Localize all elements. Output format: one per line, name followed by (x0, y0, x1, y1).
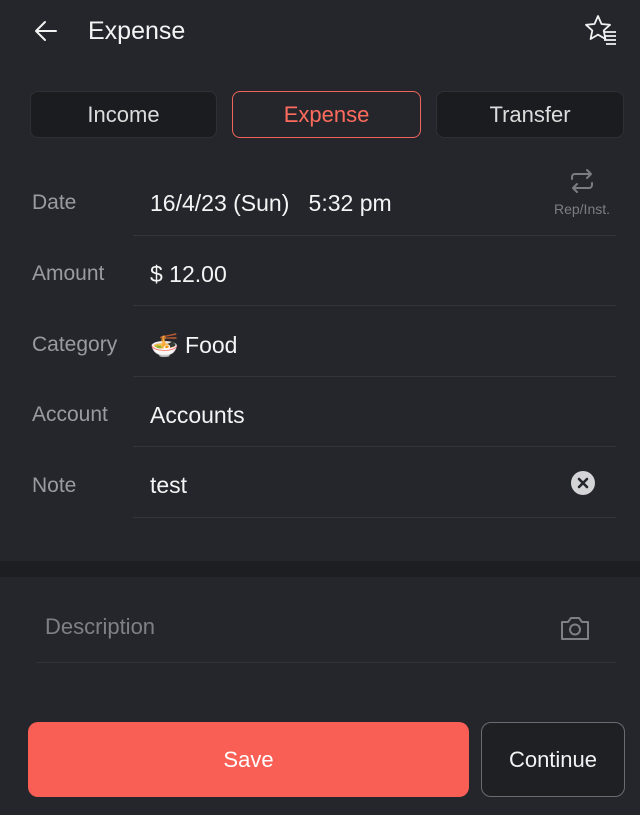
category-value[interactable]: 🍜 Food (150, 332, 237, 359)
camera-icon[interactable] (558, 612, 592, 644)
repeat-icon (571, 169, 593, 193)
page-title: Expense (88, 17, 186, 45)
noodle-bowl-icon: 🍜 (150, 332, 179, 358)
date-label: Date (32, 191, 77, 214)
date-value[interactable]: 16/4/23 (Sun) 5:32 pm (150, 190, 392, 217)
account-row[interactable]: Account Accounts (0, 377, 640, 447)
category-name: Food (185, 332, 238, 358)
back-arrow-icon[interactable] (32, 17, 60, 45)
star-list-icon[interactable] (582, 12, 618, 48)
clear-circle-icon[interactable] (571, 471, 595, 495)
date-row[interactable]: Date 16/4/23 (Sun) 5:32 pm (0, 166, 640, 236)
amount-value[interactable]: $ 12.00 (150, 261, 227, 288)
tab-transfer[interactable]: Transfer (436, 91, 624, 138)
amount-label: Amount (32, 262, 105, 285)
divider (133, 517, 616, 518)
divider (133, 446, 616, 447)
account-value[interactable]: Accounts (150, 402, 245, 429)
divider (133, 305, 616, 306)
category-label: Category (32, 333, 118, 356)
amount-row[interactable]: Amount $ 12.00 (0, 236, 640, 306)
x-mark-icon (577, 477, 589, 489)
note-label: Note (32, 474, 77, 497)
save-button[interactable]: Save (28, 722, 469, 797)
tab-income[interactable]: Income (30, 91, 217, 138)
repeat-installment-button[interactable]: Rep/Inst. (546, 168, 618, 217)
account-label: Account (32, 403, 108, 426)
description-field[interactable]: Description (45, 614, 155, 640)
tab-expense[interactable]: Expense (232, 91, 421, 138)
repeat-label: Rep/Inst. (553, 201, 611, 217)
section-divider (0, 561, 640, 577)
note-input[interactable]: test (150, 472, 187, 499)
app-header: Expense (0, 0, 640, 64)
description-underline (36, 662, 616, 663)
category-row[interactable]: Category 🍜 Food (0, 307, 640, 377)
note-row[interactable]: Note test (0, 448, 640, 518)
continue-button[interactable]: Continue (481, 722, 625, 797)
